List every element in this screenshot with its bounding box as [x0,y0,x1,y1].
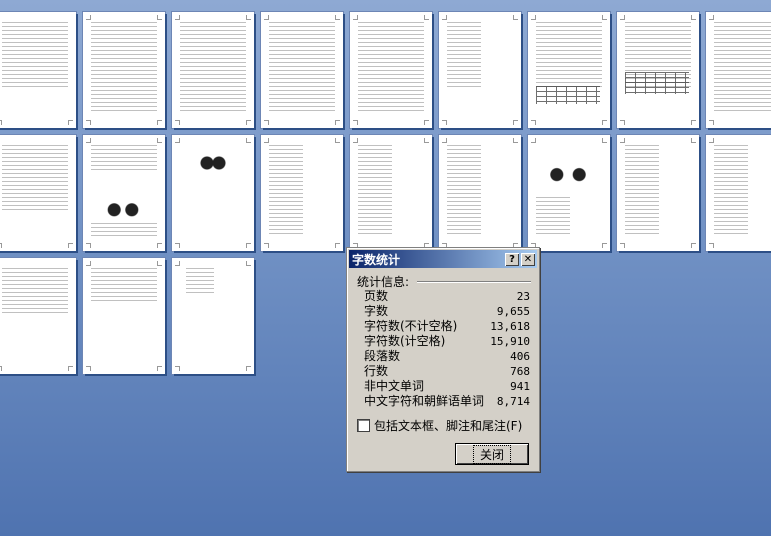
page-thumbnail-8[interactable] [617,12,699,128]
page-text [625,145,659,237]
stat-label: 段落数 [364,349,401,363]
page-thumbnail-21[interactable] [172,258,254,374]
stat-value: 23 [516,290,530,303]
stats-list: 页数 23 字数 9,655 字符数(不计空格) 13,618 字符数(计空格) 15,… [364,289,530,409]
stat-row-pages: 页数 23 [364,289,530,304]
page-figure [101,193,145,221]
page-text [91,223,157,237]
stat-value: 8,714 [496,395,530,408]
page-text [714,22,771,114]
stat-label: 页数 [364,289,389,303]
page-text [2,268,68,314]
page-text [186,268,214,294]
page-thumbnail-5[interactable] [350,12,432,128]
stat-value: 9,655 [496,305,530,318]
stat-row-chars-no-spaces: 字符数(不计空格) 13,618 [364,319,530,334]
stat-row-chars-with-spaces: 字符数(计空格) 15,910 [364,334,530,349]
stat-label: 行数 [364,364,389,378]
page-text [447,145,481,237]
page-text [2,145,68,211]
dialog-titlebar[interactable]: 字数统计 ? ✕ [349,250,537,268]
page-text [714,145,748,237]
page-figure [540,153,596,189]
dialog-title: 字数统计 [352,252,401,267]
page-thumbnail-6[interactable] [439,12,521,128]
stat-value: 768 [510,365,530,378]
page-thumbnail-19[interactable] [0,258,76,374]
page-thumbnail-14[interactable] [350,135,432,251]
page-thumbnail-7[interactable] [528,12,610,128]
stat-label: 字符数(不计空格) [364,319,458,333]
stat-value: 13,618 [490,320,530,333]
page-thumbnail-1[interactable] [0,12,76,128]
close-x-button[interactable]: ✕ [521,252,535,266]
page-thumbnail-15[interactable] [439,135,521,251]
stat-row-chinese-korean: 中文字符和朝鲜语单词 8,714 [364,394,530,409]
stat-label: 字符数(计空格) [364,334,446,348]
page-text [91,145,157,171]
include-textboxes-option[interactable]: 包括文本框、脚注和尾注(F) [357,417,522,434]
include-textboxes-checkbox[interactable] [357,419,370,432]
page-text [447,22,481,88]
page-text [536,22,602,88]
stat-row-lines: 行数 768 [364,364,530,379]
stat-value: 406 [510,350,530,363]
page-thumbnail-18[interactable] [706,135,771,251]
page-text [358,22,424,114]
page-figure [198,145,228,175]
stat-label: 中文字符和朝鲜语单词 [364,394,485,408]
stat-value: 15,910 [490,335,530,348]
stat-value: 941 [510,380,530,393]
stat-row-non-chinese-words: 非中文单词 941 [364,379,530,394]
page-text [536,197,570,237]
page-text [269,145,303,237]
stats-group-label: 统计信息: [357,275,410,289]
stat-row-words: 字数 9,655 [364,304,530,319]
page-thumbnail-17[interactable] [617,135,699,251]
page-text [91,268,157,304]
stat-label: 非中文单词 [364,379,425,393]
stat-row-paragraphs: 段落数 406 [364,349,530,364]
page-thumbnail-16[interactable] [528,135,610,251]
page-text [358,145,392,237]
stat-label: 字数 [364,304,389,318]
close-button-label: 关闭 [472,444,511,464]
page-thumbnail-10[interactable] [0,135,76,251]
page-text [180,22,246,114]
page-text [91,22,157,114]
page-thumbnail-13[interactable] [261,135,343,251]
group-divider [417,281,531,283]
include-textboxes-label: 包括文本框、脚注和尾注(F) [374,419,523,433]
page-thumbnail-2[interactable] [83,12,165,128]
page-table [625,72,689,94]
close-button[interactable]: 关闭 [455,443,529,465]
page-thumbnail-20[interactable] [83,258,165,374]
help-button[interactable]: ? [505,252,519,266]
page-text [2,22,68,88]
page-text [269,22,335,114]
page-table [536,86,600,104]
page-thumbnail-12[interactable] [172,135,254,251]
page-thumbnail-4[interactable] [261,12,343,128]
word-count-dialog: 字数统计 ? ✕ 统计信息: 页数 23 字数 9,655 字符数(不计空格) 13,… [346,247,540,472]
page-thumbnail-11[interactable] [83,135,165,251]
page-thumbnail-3[interactable] [172,12,254,128]
page-thumbnail-9[interactable] [706,12,771,128]
